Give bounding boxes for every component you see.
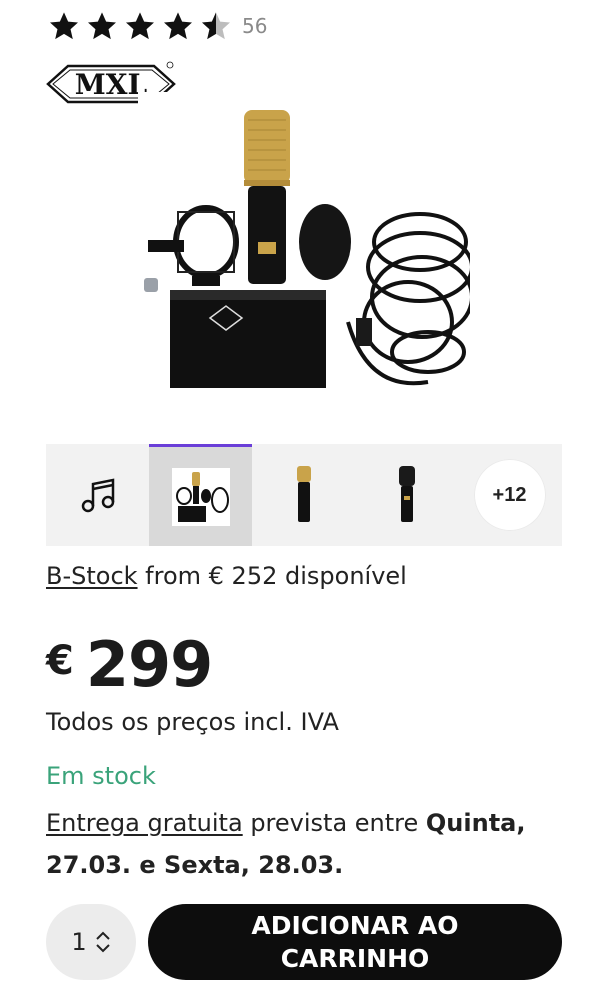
price-currency: €	[46, 638, 74, 684]
price-amount: 299	[85, 628, 213, 701]
microphone-gold-thumbnail	[296, 466, 311, 522]
power-supply-illustration	[170, 290, 326, 388]
bstock-link[interactable]: B-Stock	[46, 562, 138, 590]
bstock-text: from € 252 disponível	[137, 562, 407, 590]
thumbnail-more[interactable]: +12	[458, 444, 561, 546]
stock-status: Em stock	[46, 762, 156, 790]
microphone-black-thumbnail	[398, 466, 415, 522]
microphone-illustration	[244, 110, 290, 284]
thumbnail-product-set[interactable]	[149, 444, 252, 546]
thumbnail-microphone-black[interactable]	[355, 444, 458, 546]
product-set-thumbnail	[171, 467, 230, 526]
add-to-cart-button[interactable]: ADICIONAR AO CARRINHO	[148, 904, 562, 980]
thumbnail-strip: +12	[46, 444, 562, 546]
free-delivery-link[interactable]: Entrega gratuita	[46, 809, 243, 837]
price: € 299	[46, 628, 213, 701]
vat-note: Todos os preços incl. IVA	[46, 708, 339, 736]
star-icon	[164, 12, 192, 40]
rating-count[interactable]: 56	[242, 14, 267, 38]
bstock-offer: B-Stock from € 252 disponível	[46, 562, 407, 590]
quantity-value: 1	[71, 928, 87, 956]
delivery-info: Entrega gratuita prevista entre Quinta, …	[46, 802, 566, 886]
half-star-icon	[202, 12, 230, 40]
delivery-text: prevista entre	[242, 809, 426, 837]
star-icon	[88, 12, 116, 40]
product-main-image[interactable]	[138, 92, 470, 398]
thumbnail-microphone-gold[interactable]	[252, 444, 355, 546]
delivery-connector: e	[131, 851, 165, 879]
more-images-button[interactable]: +12	[473, 459, 546, 531]
star-icon	[126, 12, 154, 40]
thumbnail-audio[interactable]	[46, 444, 149, 546]
add-to-cart-label: ADICIONAR AO CARRINHO	[251, 911, 459, 973]
quantity-selector[interactable]: 1	[46, 904, 136, 980]
up-down-chevron-icon	[95, 931, 110, 953]
music-note-icon	[81, 478, 114, 513]
star-icon	[50, 12, 78, 40]
rating-stars[interactable]	[48, 10, 238, 42]
svg-text:MXL: MXL	[75, 68, 148, 101]
delivery-date-2: Sexta, 28.03.	[164, 851, 344, 879]
